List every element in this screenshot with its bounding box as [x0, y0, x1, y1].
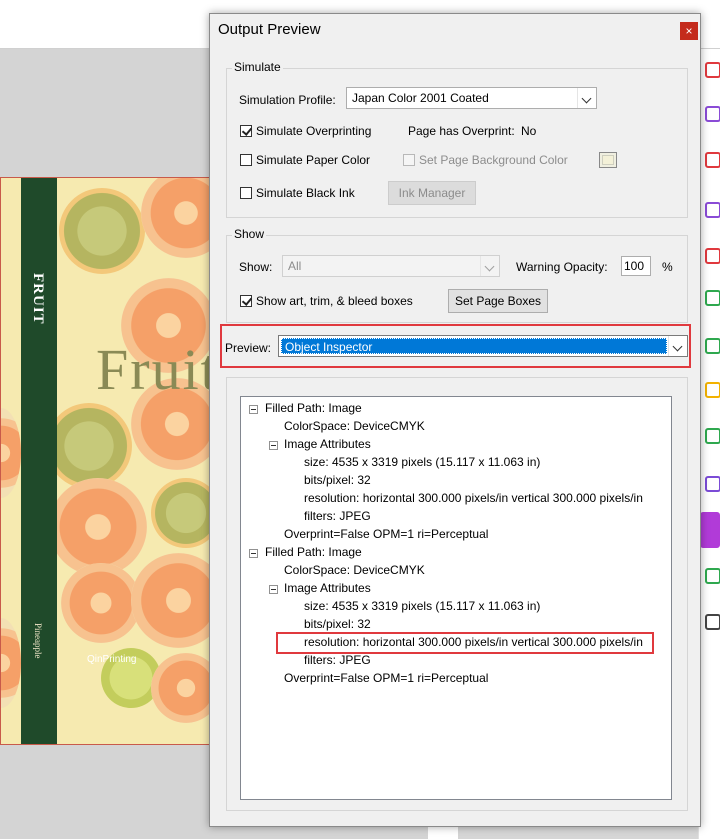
percent-label: % — [662, 260, 673, 274]
tree-node[interactable]: filters: JPEG — [304, 653, 371, 667]
set-page-boxes-button[interactable]: Set Page Boxes — [448, 289, 548, 313]
set-page-bg-label: Set Page Background Color — [419, 153, 568, 167]
simulate-overprinting-checkbox[interactable] — [240, 125, 252, 137]
warning-opacity-input[interactable]: 100 — [621, 256, 651, 276]
active-tool-icon[interactable] — [700, 512, 720, 548]
brand-logo: QinPrinting — [87, 654, 137, 665]
cover-title: Fruit — [96, 337, 217, 402]
spine-subtitle: Pineapple — [33, 623, 43, 659]
collapse-icon[interactable] — [269, 441, 278, 450]
show-select[interactable]: All — [282, 255, 500, 277]
tree-node[interactable]: Overprint=False OPM=1 ri=Perceptual — [284, 527, 488, 541]
show-group-label: Show — [232, 227, 267, 241]
spine-title: FRUIT — [30, 273, 46, 325]
tree-node[interactable]: size: 4535 x 3319 pixels (15.117 x 11.06… — [304, 455, 540, 469]
fruit-image — [49, 478, 147, 576]
tree-node[interactable]: Image Attributes — [284, 437, 371, 451]
collapse-icon[interactable] — [269, 585, 278, 594]
simulation-profile-select[interactable]: Japan Color 2001 Coated — [346, 87, 597, 109]
simulate-black-ink-label: Simulate Black Ink — [256, 186, 355, 200]
show-boxes-label: Show art, trim, & bleed boxes — [256, 294, 413, 308]
tree-node[interactable]: ColorSpace: DeviceCMYK — [284, 419, 425, 433]
fruit-image — [131, 553, 216, 648]
object-inspector-tree[interactable]: Filled Path: Image ColorSpace: DeviceCMYK… — [240, 396, 672, 800]
preview-label: Preview: — [225, 341, 272, 355]
fruit-image — [1, 408, 21, 498]
create-pdf-icon[interactable] — [705, 248, 720, 264]
close-button[interactable]: × — [680, 22, 698, 40]
chevron-down-icon — [480, 256, 499, 276]
swatch-fill — [602, 155, 614, 165]
book-spine — [21, 178, 57, 744]
fruit-image — [1, 618, 21, 708]
simulation-profile-value: Japan Color 2001 Coated — [352, 91, 489, 105]
output-preview-dialog: Output Preview × Simulate Simulation Pro… — [209, 13, 701, 827]
print-production-icon[interactable] — [705, 428, 720, 444]
chevron-down-icon — [577, 88, 596, 108]
edit-pdf-icon[interactable] — [705, 202, 720, 218]
preview-select[interactable]: Object Inspector — [278, 335, 688, 357]
tree-node[interactable]: filters: JPEG — [304, 509, 371, 523]
tree-node[interactable]: Filled Path: Image — [265, 401, 362, 415]
show-value: All — [288, 259, 302, 273]
fruit-image — [151, 478, 216, 548]
ink-manager-button[interactable]: Ink Manager — [388, 181, 476, 205]
more-tools-icon[interactable] — [705, 614, 720, 630]
scan-icon[interactable] — [705, 290, 720, 306]
combine-files-icon[interactable] — [705, 106, 720, 122]
close-icon: × — [685, 24, 693, 38]
warning-opacity-label: Warning Opacity: — [516, 260, 608, 274]
page-bg-color-swatch[interactable] — [599, 152, 617, 168]
show-label: Show: — [239, 260, 273, 274]
chevron-down-icon — [668, 336, 687, 356]
simulate-overprinting-label: Simulate Overprinting — [256, 124, 372, 138]
fruit-image — [61, 563, 141, 643]
fruit-image — [151, 653, 216, 723]
simulate-group-label: Simulate — [232, 60, 283, 74]
tree-node[interactable]: resolution: horizontal 300.000 pixels/in… — [304, 491, 643, 505]
fruit-image — [59, 188, 145, 274]
collapse-icon[interactable] — [249, 549, 258, 558]
resolution-highlight-box — [276, 632, 654, 654]
tree-node[interactable]: Overprint=False OPM=1 ri=Perceptual — [284, 671, 488, 685]
fruit-image — [46, 403, 132, 489]
simulate-black-ink-checkbox[interactable] — [240, 187, 252, 199]
compress-icon[interactable] — [705, 338, 720, 354]
set-page-bg-checkbox[interactable] — [403, 154, 415, 166]
comment-icon[interactable] — [705, 382, 720, 398]
fruit-image — [141, 178, 216, 258]
collapse-icon[interactable] — [249, 405, 258, 414]
tree-node[interactable]: Image Attributes — [284, 581, 371, 595]
preview-value: Object Inspector — [281, 338, 667, 354]
document-page: FRUIT Pineapple Fruit QinPrinting — [0, 177, 217, 745]
simulate-paper-color-checkbox[interactable] — [240, 154, 252, 166]
organize-pages-icon[interactable] — [705, 152, 720, 168]
simulation-profile-label: Simulation Profile: — [239, 93, 336, 107]
protect-icon[interactable] — [705, 476, 720, 492]
page-overprint-label: Page has Overprint: — [408, 124, 515, 138]
tree-node[interactable]: size: 4535 x 3319 pixels (15.117 x 11.06… — [304, 599, 540, 613]
simulate-paper-color-label: Simulate Paper Color — [256, 153, 371, 167]
dialog-title: Output Preview — [218, 21, 321, 38]
tree-node[interactable]: bits/pixel: 32 — [304, 617, 371, 631]
export-pdf-icon[interactable] — [705, 62, 720, 78]
tree-node[interactable]: bits/pixel: 32 — [304, 473, 371, 487]
tree-node[interactable]: Filled Path: Image — [265, 545, 362, 559]
compare-icon[interactable] — [705, 568, 720, 584]
page-overprint-value: No — [521, 124, 537, 138]
tree-node[interactable]: ColorSpace: DeviceCMYK — [284, 563, 425, 577]
show-boxes-checkbox[interactable] — [240, 295, 252, 307]
